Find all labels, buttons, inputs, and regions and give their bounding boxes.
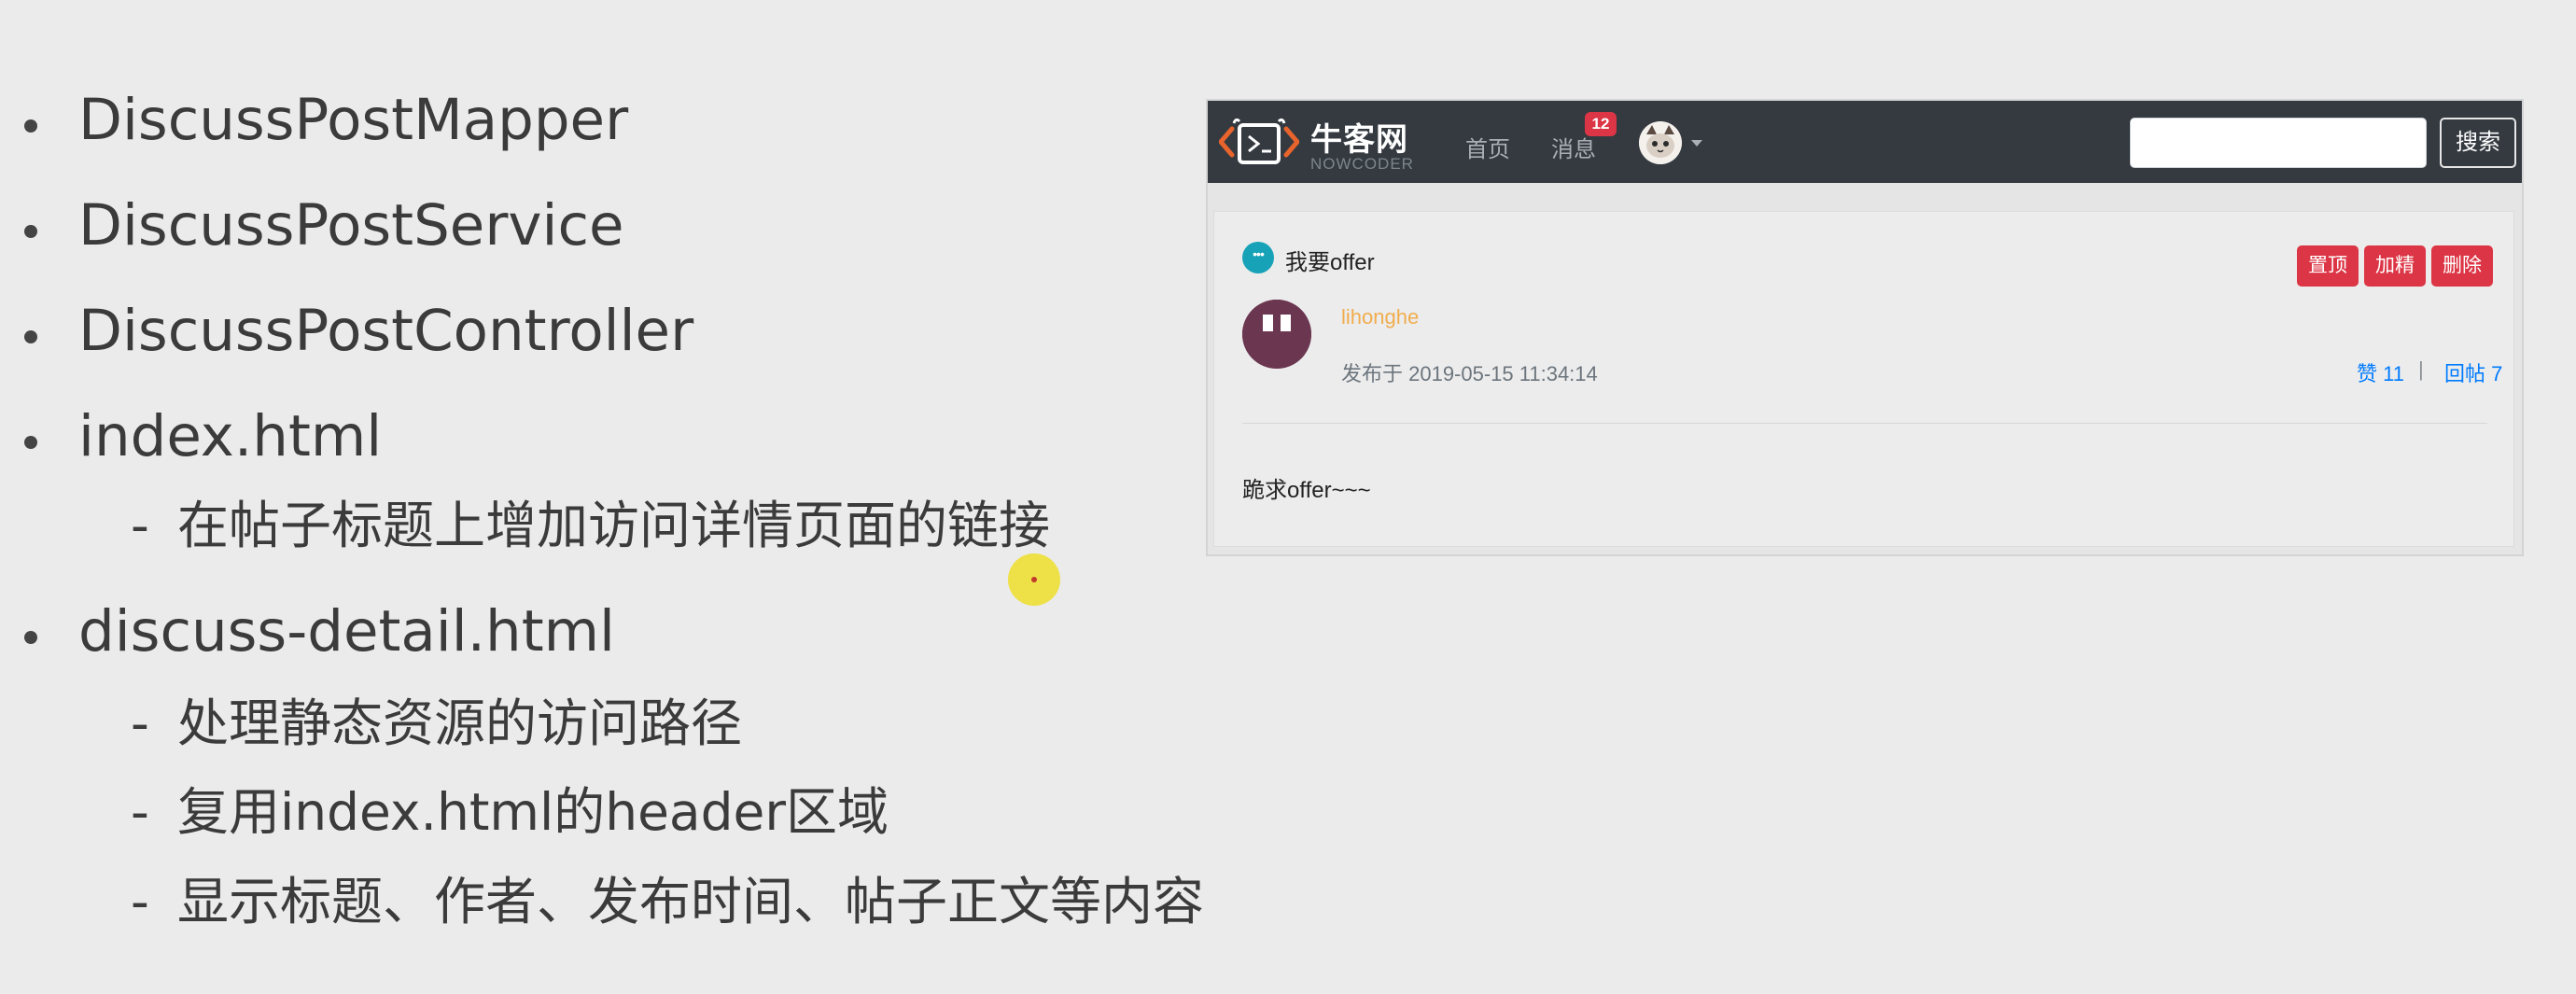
navbar: 牛客网 NOWCODER 首页 消息 12 搜索 — [1208, 101, 2522, 183]
sub-bullet-dash: - — [131, 693, 149, 753]
user-avatar[interactable] — [1639, 121, 1682, 164]
logo-subtitle: NOWCODER — [1310, 155, 1414, 173]
post-detail-card: 我要offer 置顶 加精 删除 lihonghe 发布于 2019-05-15… — [1213, 211, 2514, 547]
post-title: 我要offer — [1285, 250, 1375, 275]
sub-bullet-text: 显示标题、作者、发布时间、帖子正文等内容 — [177, 872, 1205, 931]
bullet-dot — [24, 119, 37, 133]
mouse-pointer-highlight — [1008, 553, 1060, 606]
content-divider — [1242, 423, 2487, 424]
sub-bullet-dash: - — [131, 496, 149, 555]
bullet-discusspostcontroller: DiscussPostController — [24, 302, 693, 359]
author-avatar[interactable] — [1242, 300, 1311, 369]
bullet-discusspostservice: DiscussPostService — [24, 197, 624, 254]
discuss-detail-screenshot: 牛客网 NOWCODER 首页 消息 12 搜索 我要offer 置顶 加精 删… — [1206, 99, 2524, 556]
author-name-link[interactable]: lihonghe — [1341, 305, 1419, 329]
slide-bullet-list: DiscussPostMapper DiscussPostService Dis… — [0, 0, 1204, 994]
nav-home-link[interactable]: 首页 — [1465, 131, 1510, 163]
delete-button[interactable]: 删除 — [2431, 245, 2493, 287]
search-input[interactable] — [2130, 118, 2427, 168]
bullet-dot — [24, 631, 37, 644]
chat-bubble-icon — [1242, 242, 1274, 273]
bullet-dot — [24, 225, 37, 238]
sub-bullet-dash: - — [131, 782, 149, 842]
cat-avatar-icon — [1639, 121, 1682, 164]
search-button[interactable]: 搜索 — [2440, 118, 2516, 168]
nowcoder-logo-icon — [1219, 118, 1299, 164]
sub-bullet-index-link: - 在帖子标题上增加访问详情页面的链接 — [131, 500, 1050, 552]
message-count-badge: 12 — [1585, 112, 1617, 136]
highlight-button[interactable]: 加精 — [2364, 245, 2426, 287]
reply-count-link[interactable]: 回帖 7 — [2444, 357, 2502, 387]
bullet-text: DiscussPostMapper — [78, 87, 629, 153]
sub-bullet-text: 复用index.html的header区域 — [177, 782, 889, 842]
post-body-text: 跪求offer~~~ — [1242, 478, 1371, 503]
bullet-text: index.html — [78, 403, 383, 469]
sub-bullet-dash: - — [131, 872, 149, 931]
sub-bullet-text: 在帖子标题上增加访问详情页面的链接 — [177, 496, 1051, 555]
bullet-discuss-detail-html: discuss-detail.html — [24, 603, 615, 660]
bullet-dot — [24, 436, 37, 449]
stat-separator: | — [2418, 357, 2424, 381]
bullet-discusspostmapper: DiscussPostMapper — [24, 91, 628, 148]
bullet-text: DiscussPostController — [78, 298, 694, 364]
bullet-text: DiscussPostService — [78, 192, 624, 259]
like-count-link[interactable]: 赞 11 — [2357, 357, 2404, 387]
sub-bullet-text: 处理静态资源的访问路径 — [177, 693, 743, 753]
bullet-text: discuss-detail.html — [78, 598, 616, 665]
user-menu-caret-icon[interactable] — [1691, 140, 1702, 147]
sub-bullet-show-content: - 显示标题、作者、发布时间、帖子正文等内容 — [131, 876, 1204, 928]
post-timestamp: 发布于 2019-05-15 11:34:14 — [1341, 362, 1598, 385]
sub-bullet-static-path: - 处理静态资源的访问路径 — [131, 698, 742, 749]
pin-top-button[interactable]: 置顶 — [2297, 245, 2359, 287]
logo-text[interactable]: 牛客网 — [1310, 114, 1408, 160]
bullet-index-html: index.html — [24, 408, 382, 465]
identicon-icon — [1242, 300, 1311, 369]
sub-bullet-reuse-header: - 复用index.html的header区域 — [131, 787, 889, 838]
bullet-dot — [24, 330, 37, 343]
